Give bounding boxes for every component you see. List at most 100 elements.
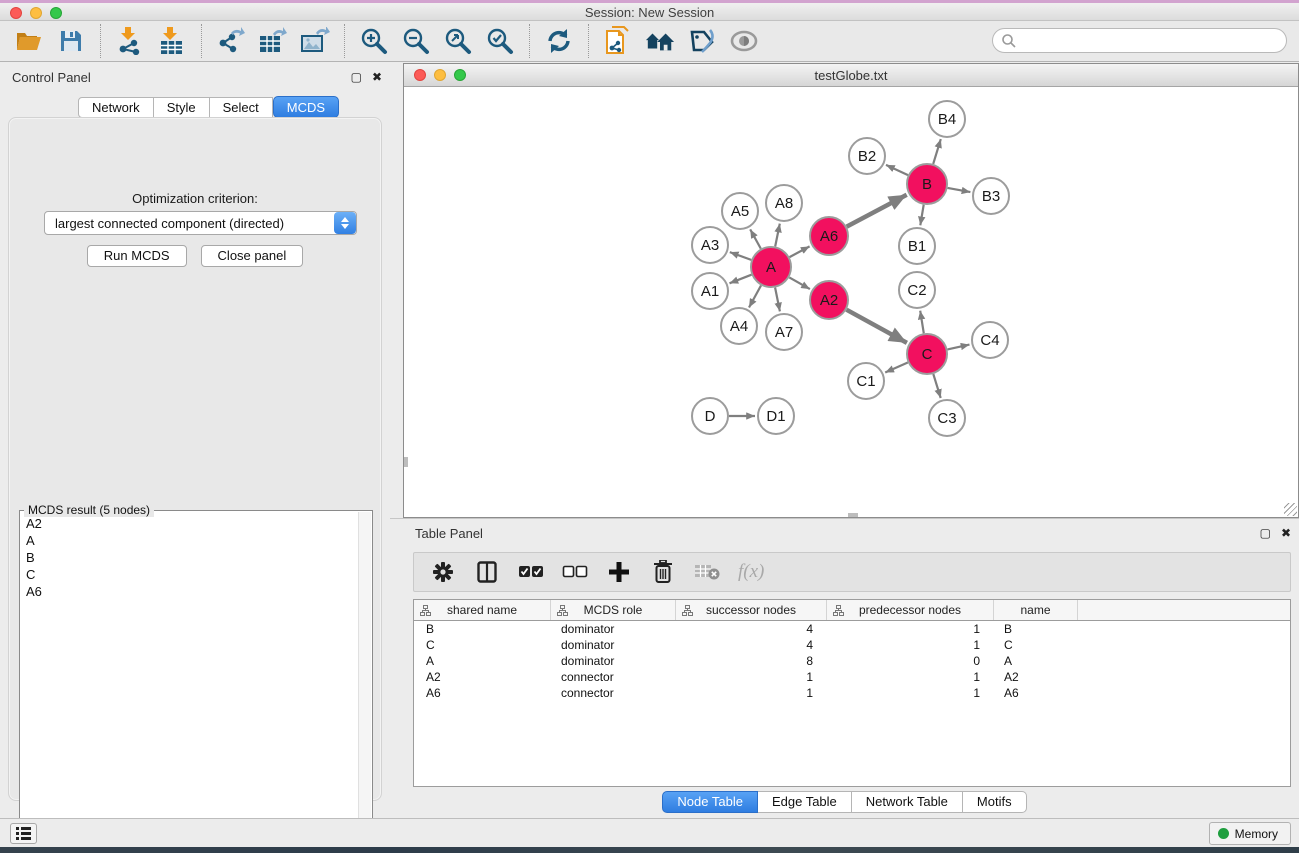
graph-edge-A6-B[interactable]: [847, 195, 907, 227]
home-icon[interactable]: [645, 26, 675, 56]
graph-edge-B-B4[interactable]: [933, 139, 941, 164]
mcds-result-item[interactable]: C: [20, 566, 358, 583]
tab-network-table[interactable]: Network Table: [852, 791, 963, 813]
save-session-icon[interactable]: [56, 26, 86, 56]
graph-edge-A-A6[interactable]: [790, 246, 810, 257]
graph-edge-C-C3[interactable]: [933, 374, 940, 398]
graph-node-B2[interactable]: B2: [849, 138, 885, 174]
tab-style[interactable]: Style: [154, 97, 210, 118]
tab-network[interactable]: Network: [78, 97, 154, 118]
show-columns-icon[interactable]: [474, 559, 500, 585]
graph-node-B[interactable]: B: [907, 164, 947, 204]
graph-edge-A-A2[interactable]: [789, 277, 810, 289]
graph-edge-A-A5[interactable]: [750, 229, 761, 248]
graph-node-B3[interactable]: B3: [973, 178, 1009, 214]
deselect-all-columns-icon[interactable]: [562, 559, 588, 585]
mcds-result-item[interactable]: B: [20, 549, 358, 566]
graph-node-A2[interactable]: A2: [810, 281, 848, 319]
network-window-titlebar[interactable]: testGlobe.txt: [404, 64, 1298, 87]
import-table-icon[interactable]: [157, 26, 187, 56]
graph-node-C[interactable]: C: [907, 334, 947, 374]
add-column-icon[interactable]: [606, 559, 632, 585]
table-row[interactable]: A6connector11A6: [414, 685, 1290, 701]
export-image-icon[interactable]: [300, 26, 330, 56]
settings-icon[interactable]: [430, 559, 456, 585]
zoom-out-icon[interactable]: [401, 26, 431, 56]
table-row[interactable]: Bdominator41B: [414, 621, 1290, 637]
column-header-mcds-role[interactable]: MCDS role: [551, 600, 676, 620]
delete-column-icon[interactable]: [650, 559, 676, 585]
function-builder-icon[interactable]: f(x): [738, 559, 764, 585]
float-table-panel-icon[interactable]: ▢: [1260, 525, 1271, 541]
graph-node-C4[interactable]: C4: [972, 322, 1008, 358]
graph-node-A[interactable]: A: [751, 247, 791, 287]
show-graphics-details-icon[interactable]: [729, 26, 759, 56]
graph-node-A3[interactable]: A3: [692, 227, 728, 263]
column-header-predecessor-nodes[interactable]: predecessor nodes: [827, 600, 994, 620]
graph-node-A6[interactable]: A6: [810, 217, 848, 255]
graph-node-C1[interactable]: C1: [848, 363, 884, 399]
graph-node-A8[interactable]: A8: [766, 185, 802, 221]
show-panels-button[interactable]: [10, 823, 37, 844]
table-row[interactable]: Cdominator41C: [414, 637, 1290, 653]
graph-node-A1[interactable]: A1: [692, 273, 728, 309]
criterion-dropdown[interactable]: largest connected component (directed): [44, 211, 357, 235]
column-header-successor-nodes[interactable]: successor nodes: [676, 600, 827, 620]
close-table-panel-icon[interactable]: ✖: [1281, 525, 1291, 541]
refresh-layout-icon[interactable]: [544, 26, 574, 56]
graph-edge-B-B3[interactable]: [948, 188, 971, 192]
export-network-icon[interactable]: [216, 26, 246, 56]
window-resize-grip[interactable]: [1284, 503, 1297, 516]
graph-node-C3[interactable]: C3: [929, 400, 965, 436]
graph-edge-B-B1[interactable]: [920, 205, 923, 226]
mcds-result-item[interactable]: A: [20, 532, 358, 549]
graph-node-D[interactable]: D: [692, 398, 728, 434]
zoom-fit-icon[interactable]: [443, 26, 473, 56]
run-mcds-button[interactable]: Run MCDS: [87, 245, 187, 267]
graph-node-D1[interactable]: D1: [758, 398, 794, 434]
graph-node-A4[interactable]: A4: [721, 308, 757, 344]
table-row[interactable]: Adominator80A: [414, 653, 1290, 669]
zoom-selected-icon[interactable]: [485, 26, 515, 56]
graph-edge-A-A8[interactable]: [775, 224, 780, 247]
graph-node-B1[interactable]: B1: [899, 228, 935, 264]
import-network-icon[interactable]: [115, 26, 145, 56]
column-header-name[interactable]: name: [994, 600, 1078, 620]
zoom-in-icon[interactable]: [359, 26, 389, 56]
close-panel-button[interactable]: Close panel: [201, 245, 304, 267]
graph-edge-C-C1[interactable]: [885, 363, 908, 373]
tab-select[interactable]: Select: [210, 97, 273, 118]
graph-edge-A2-C[interactable]: [847, 310, 907, 343]
tab-mcds[interactable]: MCDS: [273, 96, 339, 118]
export-table-icon[interactable]: [258, 26, 288, 56]
open-session-icon[interactable]: [14, 26, 44, 56]
graph-edge-A-A7[interactable]: [775, 288, 780, 312]
column-header-shared-name[interactable]: shared name: [414, 600, 551, 620]
graph-edge-A-A4[interactable]: [749, 286, 761, 308]
graph-node-B4[interactable]: B4: [929, 101, 965, 137]
tab-node-table[interactable]: Node Table: [662, 791, 758, 813]
graph-edge-A-A1[interactable]: [730, 275, 752, 284]
search-field[interactable]: [992, 28, 1287, 53]
result-scrollbar[interactable]: [358, 512, 371, 844]
hide-labels-icon[interactable]: [687, 26, 717, 56]
tab-edge-table[interactable]: Edge Table: [758, 791, 852, 813]
delete-table-icon[interactable]: [694, 559, 720, 585]
mcds-result-item[interactable]: A6: [20, 583, 358, 600]
graph-node-A5[interactable]: A5: [722, 193, 758, 229]
table-row[interactable]: A2connector11A2: [414, 669, 1290, 685]
float-panel-icon[interactable]: ▢: [351, 69, 362, 85]
mcds-result-item[interactable]: A2: [20, 515, 358, 532]
tab-motifs[interactable]: Motifs: [963, 791, 1027, 813]
graph-edge-C-C2[interactable]: [920, 311, 924, 334]
graph-edge-B-B2[interactable]: [886, 165, 908, 175]
search-input[interactable]: [1017, 31, 1286, 51]
network-from-file-icon[interactable]: [603, 26, 633, 56]
graph-node-A7[interactable]: A7: [766, 314, 802, 350]
select-all-columns-icon[interactable]: [518, 559, 544, 585]
memory-button[interactable]: Memory: [1209, 822, 1291, 845]
graph-node-C2[interactable]: C2: [899, 272, 935, 308]
graph-edge-C-C4[interactable]: [948, 345, 970, 350]
network-canvas[interactable]: B4 B2 B B3 A5A8A6 A3 B1 A A1 C2 A2 A4A7 C4 C C1 D D1 C3: [404, 87, 1298, 517]
close-panel-icon[interactable]: ✖: [372, 69, 382, 85]
